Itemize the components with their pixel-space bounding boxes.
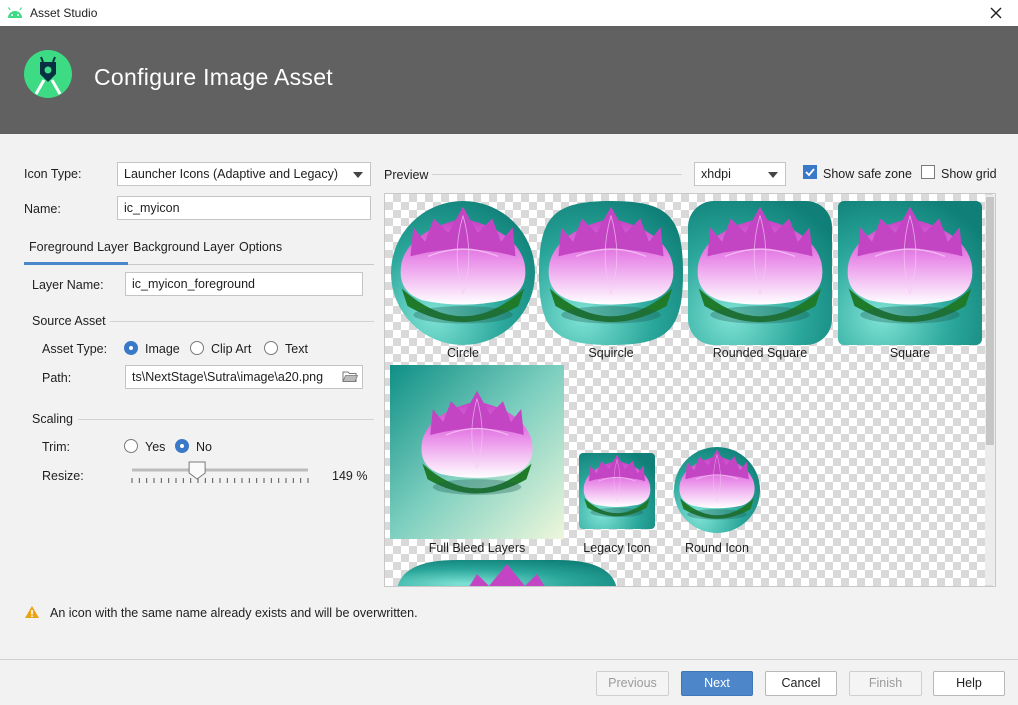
trim-no-label: No (196, 440, 212, 454)
asset-type-clipart-radio[interactable] (190, 341, 204, 355)
show-safe-zone-label: Show safe zone (823, 167, 912, 181)
round-icon-preview (674, 447, 760, 533)
trim-no-radio[interactable] (175, 439, 189, 453)
density-select[interactable]: xhdpi (694, 162, 786, 186)
full-bleed-icon-preview (390, 365, 564, 539)
asset-type-image-radio[interactable] (124, 341, 138, 355)
help-button[interactable]: Help (933, 671, 1005, 696)
warning-message: An icon with the same name already exist… (50, 606, 418, 620)
path-value: ts\NextStage\Sutra\image\a20.png (132, 370, 324, 384)
warning-triangle-icon (25, 606, 39, 618)
tab-foreground-layer[interactable]: Foreground Layer (29, 240, 128, 254)
square-icon-preview (838, 201, 982, 345)
icon-caption-circle: Circle (447, 346, 479, 360)
layer-name-label: Layer Name: (32, 278, 104, 292)
selected-tab-indicator (24, 262, 128, 265)
name-value: ic_myicon (124, 201, 180, 215)
asset-type-text-label: Text (285, 342, 308, 356)
icon-caption-round: Round Icon (685, 541, 749, 555)
android-studio-logo-icon (24, 50, 72, 98)
trim-yes-radio[interactable] (124, 439, 138, 453)
trim-yes-label: Yes (145, 440, 166, 454)
asset-type-label: Asset Type: (42, 342, 108, 356)
footer-divider (0, 659, 1018, 660)
resize-label: Resize: (42, 469, 84, 483)
path-field[interactable]: ts\NextStage\Sutra\image\a20.png (125, 365, 363, 389)
preview-scrollbar-thumb[interactable] (986, 197, 994, 445)
asset-type-clipart-label: Clip Art (211, 342, 252, 356)
icon-caption-square: Square (889, 346, 931, 360)
checkmark-icon (805, 168, 815, 177)
icon-type-select[interactable]: Launcher Icons (Adaptive and Legacy) (117, 162, 371, 186)
android-icon (7, 7, 23, 18)
show-grid-label: Show grid (941, 167, 997, 181)
legacy-icon-preview (579, 453, 655, 529)
layer-name-field[interactable]: ic_myicon_foreground (125, 272, 363, 296)
asset-type-image-label: Image (145, 342, 180, 356)
window-title: Asset Studio (30, 6, 98, 20)
resize-value: 149 % (332, 469, 368, 483)
source-asset-heading: Source Asset (32, 314, 106, 328)
previous-button[interactable]: Previous (596, 671, 669, 696)
next-button[interactable]: Next (681, 671, 753, 696)
source-asset-divider (110, 321, 374, 322)
chevron-down-icon (768, 172, 778, 178)
close-icon[interactable] (984, 2, 1008, 24)
squircle-icon-preview (539, 201, 683, 345)
preview-label: Preview (384, 168, 429, 182)
trim-label: Trim: (42, 440, 70, 454)
rounded-square-icon-preview (688, 201, 832, 345)
show-safe-zone-checkbox[interactable] (803, 165, 817, 179)
name-field[interactable]: ic_myicon (117, 196, 371, 220)
preview-divider (432, 174, 682, 175)
scaling-divider (78, 419, 374, 420)
window-titlebar: Asset Studio (0, 0, 1018, 26)
finish-button[interactable]: Finish (849, 671, 922, 696)
icon-caption-squircle: Squircle (588, 346, 634, 360)
preview-area: Circle Squircle Rounded Square Square Fu… (384, 193, 996, 587)
icon-type-value: Launcher Icons (Adaptive and Legacy) (124, 167, 339, 181)
density-value: xhdpi (701, 167, 731, 181)
icon-type-label: Icon Type: (24, 167, 82, 181)
header-banner: Configure Image Asset (0, 26, 1018, 134)
circle-icon-preview (391, 201, 535, 345)
path-label: Path: (42, 371, 72, 385)
tab-options[interactable]: Options (239, 240, 282, 254)
partial-icon-preview (397, 560, 617, 586)
show-grid-checkbox[interactable] (921, 165, 935, 179)
page-title: Configure Image Asset (94, 64, 333, 90)
cancel-button[interactable]: Cancel (765, 671, 837, 696)
name-label: Name: (24, 202, 61, 216)
folder-icon[interactable] (342, 370, 358, 383)
icon-caption-full-bleed: Full Bleed Layers (428, 541, 526, 555)
resize-slider[interactable] (128, 458, 312, 488)
scaling-heading: Scaling (32, 412, 73, 426)
slider-thumb[interactable] (188, 461, 206, 480)
asset-type-text-radio[interactable] (264, 341, 278, 355)
chevron-down-icon (353, 172, 363, 178)
tab-background-layer[interactable]: Background Layer (133, 240, 234, 254)
icon-caption-rounded-square: Rounded Square (712, 346, 808, 360)
layer-name-value: ic_myicon_foreground (132, 277, 255, 291)
icon-caption-legacy: Legacy Icon (583, 541, 651, 555)
